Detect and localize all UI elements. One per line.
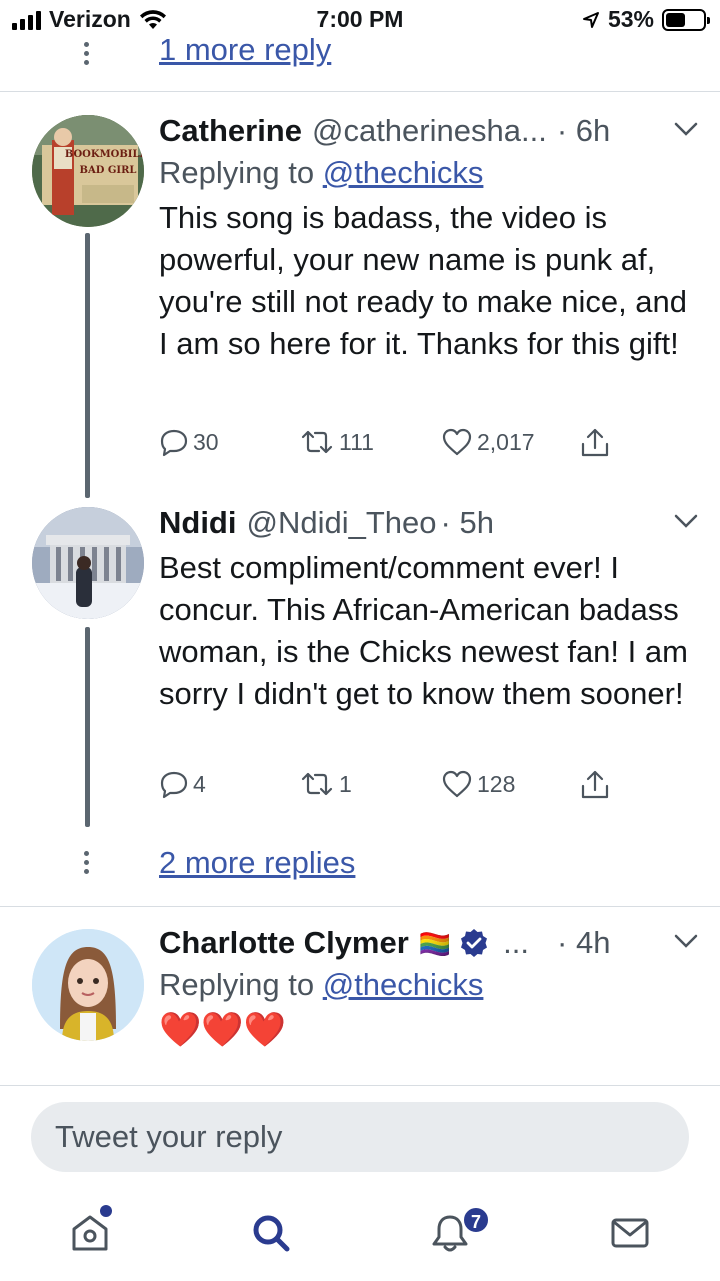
tweet-time: · 4h	[557, 925, 611, 960]
reply-bar	[0, 1085, 720, 1185]
replying-mention-link[interactable]: @thechicks	[323, 967, 484, 1002]
location-icon	[582, 11, 599, 28]
tweet-catherine[interactable]: BOOKMOBILE BAD GIRL Catherine @catherine…	[0, 93, 720, 503]
tab-search[interactable]	[241, 1203, 301, 1263]
tweet-header: Ndidi @Ndidi_Theo · 5h	[159, 505, 699, 541]
mail-icon	[611, 1218, 649, 1248]
previous-thread-footer: 1 more reply	[0, 32, 720, 92]
retweet-button[interactable]: 111	[299, 427, 374, 457]
retweet-count: 1	[339, 770, 352, 797]
user-handle[interactable]: @catherinesha...	[312, 113, 547, 149]
avatar-text-2: BAD GIRL	[80, 165, 137, 176]
verified-badge-icon	[461, 929, 488, 957]
retweet-icon	[301, 772, 333, 796]
more-replies-link[interactable]: 2 more replies	[159, 845, 355, 881]
thread-line	[85, 627, 90, 827]
share-button[interactable]	[579, 427, 611, 459]
retweet-count: 111	[339, 428, 374, 455]
share-icon	[581, 428, 609, 457]
chevron-down-icon[interactable]	[673, 511, 699, 531]
tweet-ndidi[interactable]: Ndidi @Ndidi_Theo · 5h Best compliment/c…	[0, 503, 720, 833]
user-name[interactable]: Ndidi	[159, 505, 237, 541]
tweet-time: · 6h	[556, 113, 611, 148]
user-handle[interactable]: @Ndidi_Theo	[247, 505, 437, 541]
like-count: 128	[477, 770, 516, 797]
rainbow-flag-icon: 🏳️‍🌈	[418, 929, 452, 959]
tweet-text: ❤️❤️❤️	[159, 1011, 287, 1049]
reply-count: 30	[193, 428, 219, 455]
avatar-image: BOOKMOBILE BAD GIRL	[32, 115, 144, 227]
avatar-image	[32, 929, 144, 1041]
home-new-dot	[100, 1205, 112, 1217]
search-icon	[253, 1215, 290, 1252]
like-button[interactable]: 2,017	[441, 427, 535, 457]
replying-prefix: Replying to	[159, 967, 315, 1002]
tweet-reply-input[interactable]	[31, 1102, 689, 1172]
reply-count: 4	[193, 770, 206, 797]
like-button[interactable]: 128	[441, 769, 515, 799]
chevron-down-icon[interactable]	[673, 119, 699, 139]
retweet-button[interactable]: 1	[299, 769, 352, 799]
heart-icon	[442, 428, 472, 456]
tweet-charlotte[interactable]: Charlotte Clymer 🏳️‍🌈 ... · 4h Replying …	[0, 907, 720, 1085]
like-count: 2,017	[477, 428, 535, 455]
tweet-content: Catherine @catherinesha... · 6h Replying…	[159, 113, 699, 365]
avatar[interactable]	[32, 507, 144, 619]
thread-line	[85, 233, 90, 498]
more-dots-icon	[84, 851, 90, 874]
more-dots-icon	[84, 42, 90, 65]
tweet-actions: 30 111 2,017	[159, 427, 719, 467]
heart-icon	[442, 770, 472, 798]
tab-messages[interactable]	[600, 1203, 660, 1263]
tweet-time: · 5h	[440, 505, 494, 540]
tweet-content: Ndidi @Ndidi_Theo · 5h Best compliment/c…	[159, 505, 699, 715]
avatar-image	[32, 507, 144, 619]
battery-percent: 53%	[607, 6, 654, 32]
home-icon	[72, 1215, 108, 1251]
more-replies-link[interactable]: 1 more reply	[159, 32, 331, 68]
share-button[interactable]	[579, 769, 611, 801]
replying-to: Replying to @thechicks	[159, 155, 699, 191]
reply-button[interactable]: 30	[159, 427, 219, 457]
name-ellipsis: ...	[503, 925, 530, 960]
replying-prefix: Replying to	[159, 155, 315, 190]
replying-to: Replying to @thechicks	[159, 967, 699, 1003]
avatar-text-1: BOOKMOBILE	[65, 149, 144, 160]
tweet-actions: 4 1 128	[159, 769, 719, 809]
notifications-badge: 7	[462, 1206, 490, 1234]
tweet-header: Charlotte Clymer 🏳️‍🌈 ... · 4h	[159, 925, 699, 961]
tweet-header: Catherine @catherinesha... · 6h	[159, 113, 699, 149]
avatar[interactable]	[32, 929, 144, 1041]
tweet-text: This song is badass, the video is powerf…	[159, 200, 688, 361]
tab-bar	[0, 1185, 720, 1281]
avatar[interactable]: BOOKMOBILE BAD GIRL	[32, 115, 144, 227]
chevron-down-icon[interactable]	[673, 931, 699, 951]
user-name[interactable]: Charlotte Clymer	[159, 925, 409, 961]
user-name[interactable]: Catherine	[159, 113, 302, 149]
tweet-text: Best compliment/comment ever! I concur. …	[159, 550, 688, 711]
replying-mention-link[interactable]: @thechicks	[323, 155, 484, 190]
tweet-content: Charlotte Clymer 🏳️‍🌈 ... · 4h Replying …	[159, 925, 699, 1051]
reply-icon	[160, 771, 188, 799]
status-right: 53%	[582, 6, 710, 33]
share-icon	[581, 770, 609, 799]
retweet-icon	[301, 430, 333, 454]
reply-icon	[160, 429, 188, 457]
status-bar: Verizon 7:00 PM 53%	[0, 0, 720, 40]
battery-icon	[662, 8, 710, 31]
reply-button[interactable]: 4	[159, 769, 206, 799]
